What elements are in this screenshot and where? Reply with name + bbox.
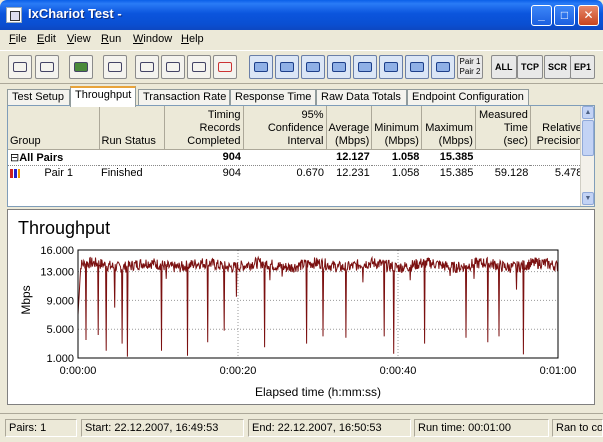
app-icon[interactable] xyxy=(6,7,22,23)
col-average[interactable]: Average (Mbps) xyxy=(326,106,373,150)
x-tick-label: 0:00:40 xyxy=(380,365,417,377)
cell-precision: 5.478 xyxy=(554,167,583,180)
throughput-chart-panel: Throughput 16.000 13.000 9.000 5.000 1.000 0… xyxy=(7,209,595,405)
x-tick-label: 0:00:20 xyxy=(220,365,257,377)
status-bar: Pairs: 1 Start: 22.12.2007, 16:49:53 End… xyxy=(0,413,603,442)
results-table: Group Run Status Timing Records Complete… xyxy=(8,106,585,181)
cell-minimum: 1.058 xyxy=(391,151,420,163)
menu-file[interactable]: File xyxy=(9,33,27,45)
x-tick-label: 0:01:00 xyxy=(540,365,577,377)
cell-average: 12.127 xyxy=(336,151,370,163)
app-group-button[interactable] xyxy=(431,55,455,79)
script-pair-button[interactable] xyxy=(405,55,429,79)
paste-icon[interactable] xyxy=(187,55,211,79)
col-maximum[interactable]: Maximum (Mbps) xyxy=(421,106,476,150)
tab-transaction-rate[interactable]: Transaction Rate xyxy=(138,89,230,106)
tab-test-setup[interactable]: Test Setup xyxy=(7,89,70,106)
video-pair-button[interactable] xyxy=(327,55,351,79)
status-end: End: 22.12.2007, 16:50:53 xyxy=(248,419,411,437)
y-tick-labels: 16.000 13.000 9.000 5.000 1.000 xyxy=(40,245,74,365)
filter-ep1-button[interactable]: EP1 xyxy=(570,55,596,79)
y-tick-label: 1.000 xyxy=(46,353,74,365)
y-tick-label: 13.000 xyxy=(40,267,74,279)
tab-raw-data-totals[interactable]: Raw Data Totals xyxy=(316,89,407,106)
series-line xyxy=(77,255,559,357)
tab-strip: Test Setup Throughput Transaction Rate R… xyxy=(0,86,603,107)
col-group[interactable]: Group xyxy=(8,106,100,150)
throughput-chart: Throughput 16.000 13.000 9.000 5.000 1.000 0… xyxy=(18,218,577,399)
menu-window[interactable]: Window xyxy=(133,33,172,45)
col-run-status[interactable]: Run Status xyxy=(99,106,165,150)
multicast-pair-button[interactable] xyxy=(275,55,299,79)
pair-label: Pair 1 xyxy=(44,167,74,180)
cut-icon[interactable] xyxy=(135,55,159,79)
close-button[interactable]: ✕ xyxy=(578,5,599,26)
y-tick-label: 16.000 xyxy=(40,245,74,257)
x-axis-label: Elapsed time (h:mm:ss) xyxy=(255,385,381,399)
menu-run[interactable]: Run xyxy=(101,33,121,45)
menu-edit[interactable]: Edit xyxy=(37,33,56,45)
maximize-button[interactable]: □ xyxy=(554,5,575,26)
status-completion: Ran to completion xyxy=(552,419,603,437)
cell-maximum: 15.385 xyxy=(439,167,474,180)
run-button[interactable] xyxy=(69,55,93,79)
status-pairs: Pairs: 1 xyxy=(5,419,77,437)
col-minimum[interactable]: Minimum (Mbps) xyxy=(371,106,422,150)
cell-records: 904 xyxy=(222,151,241,163)
results-table-panel: Group Run Status Timing Records Complete… xyxy=(7,105,595,207)
toolbar: Pair 1 Pair 2 ALL TCP SCR EP1 xyxy=(0,50,603,84)
title-bar: IxChariot Test - _ □ ✕ xyxy=(0,0,603,30)
cell-average: 12.231 xyxy=(336,167,370,180)
table-row-pair-1[interactable]: Pair 1 Finished 904 0.670 12.231 1.058 1… xyxy=(8,165,584,181)
x-tick-labels: 0:00:00 0:00:20 0:00:40 0:01:00 xyxy=(60,365,577,377)
table-row-all-pairs[interactable]: ⊟All Pairs 904 12.127 1.058 15.385 xyxy=(8,149,585,165)
pair-chart-icon xyxy=(10,168,20,178)
cell-records: 904 xyxy=(222,167,241,180)
table-vertical-scrollbar[interactable]: ▲ ▼ xyxy=(580,106,594,206)
chart-title: Throughput xyxy=(18,218,110,238)
cell-minimum: 1.058 xyxy=(391,167,420,180)
col-confidence-interval[interactable]: 95% Confidence Interval xyxy=(243,106,327,150)
col-timing-records[interactable]: Timing Records Completed xyxy=(164,106,244,150)
y-tick-label: 5.000 xyxy=(46,324,74,336)
tab-throughput[interactable]: Throughput xyxy=(70,86,136,107)
cell-maximum: 15.385 xyxy=(439,151,474,163)
status-runtime: Run time: 00:01:00 xyxy=(414,419,549,437)
scroll-down-icon[interactable]: ▼ xyxy=(582,192,594,205)
menu-view[interactable]: View xyxy=(67,33,91,45)
menu-help[interactable]: Help xyxy=(181,33,204,45)
new-button[interactable] xyxy=(8,55,32,79)
table-header-row: Group Run Status Timing Records Complete… xyxy=(8,106,585,150)
pair-link-button[interactable] xyxy=(249,55,273,79)
window-title: IxChariot Test - xyxy=(28,6,122,21)
cell-measured-time: 59.128 xyxy=(494,167,529,180)
cell-status: Finished xyxy=(101,167,143,180)
tab-endpoint-configuration[interactable]: Endpoint Configuration xyxy=(407,89,529,106)
filter-tcp-button[interactable]: TCP xyxy=(517,55,543,79)
delete-icon[interactable] xyxy=(213,55,237,79)
scroll-thumb[interactable] xyxy=(582,120,594,156)
edit-pair-button[interactable] xyxy=(379,55,403,79)
all-pairs-label: All Pairs xyxy=(19,151,64,164)
minimize-button[interactable]: _ xyxy=(531,5,552,26)
x-tick-label: 0:00:00 xyxy=(60,365,97,377)
filter-all-button[interactable]: ALL xyxy=(491,55,517,79)
col-measured-time[interactable]: Measured Time (sec) xyxy=(475,106,531,150)
y-axis-label: Mbps xyxy=(19,285,33,314)
filter-scr-button[interactable]: SCR xyxy=(544,55,572,79)
hardware-pair-button[interactable] xyxy=(353,55,377,79)
cell-confidence: 0.670 xyxy=(296,167,324,180)
print-button[interactable] xyxy=(35,55,59,79)
copy-icon[interactable] xyxy=(161,55,185,79)
collapse-icon[interactable]: ⊟ xyxy=(10,152,19,164)
status-start: Start: 22.12.2007, 16:49:53 xyxy=(81,419,244,437)
menu-bar: File Edit View Run Window Help xyxy=(0,30,603,50)
voip-pair-button[interactable] xyxy=(301,55,325,79)
back-button[interactable] xyxy=(103,55,127,79)
scroll-up-icon[interactable]: ▲ xyxy=(582,106,594,119)
col-relative-precision[interactable]: Relative Precision xyxy=(530,106,585,150)
pair-toggle-button[interactable]: Pair 1 Pair 2 xyxy=(457,55,483,79)
y-tick-label: 9.000 xyxy=(46,295,74,307)
tab-response-time[interactable]: Response Time xyxy=(230,89,316,106)
